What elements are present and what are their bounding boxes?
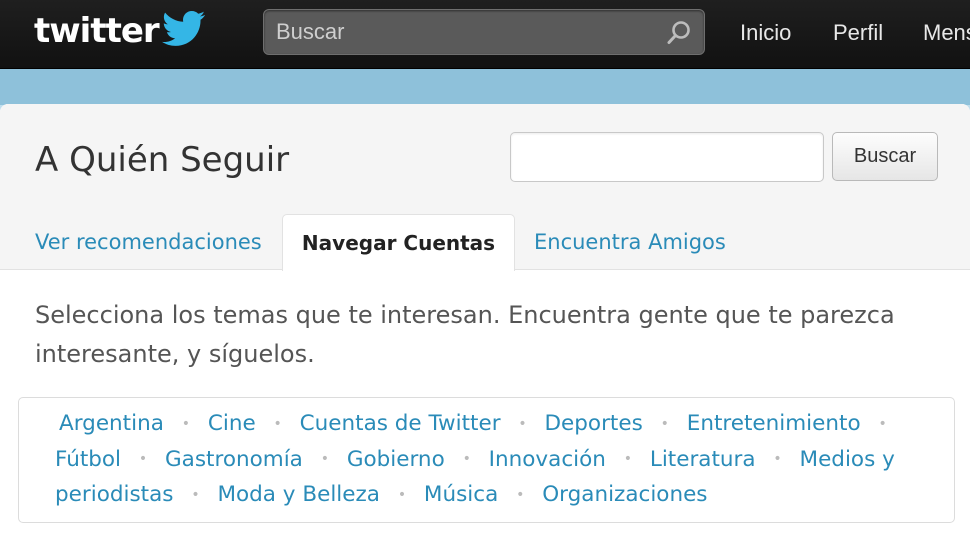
topic-link[interactable]: Moda y Belleza [217,482,380,507]
user-search-button[interactable]: Buscar [832,132,938,181]
global-search [263,9,705,55]
nav-profile[interactable]: Perfil [833,20,883,50]
page-title: A Quién Seguir [35,140,290,180]
topic-link[interactable]: Gastronomía [165,447,303,472]
logo-wordmark: twitter [34,11,160,51]
topic-separator: • [518,415,527,432]
topic-separator: • [320,451,329,467]
topic-link[interactable]: Música [424,482,498,507]
bird-icon [161,11,205,46]
topic-separator: • [397,486,407,503]
topic-link[interactable]: Cuentas de Twitter [300,411,501,436]
tab-browse-accounts[interactable]: Navegar Cuentas [282,214,515,271]
topic-link[interactable]: Cine [208,411,256,436]
topic-separator: • [623,451,633,467]
topic-link[interactable]: Argentina [59,411,164,436]
who-to-follow-panel: A Quién Seguir Buscar Ver recomendacione… [0,104,970,544]
topic-link[interactable]: Deportes [545,411,643,436]
tab-find-friends[interactable]: Encuentra Amigos [534,214,726,270]
search-input[interactable] [264,10,644,54]
topic-link[interactable]: Organizaciones [542,482,707,507]
topic-link[interactable]: Literatura [650,447,756,472]
nav-home[interactable]: Inicio [740,20,791,50]
topic-list: Argentina • Cine • Cuentas de Twitter • … [55,406,936,513]
topic-separator: • [191,486,200,503]
topic-separator: • [138,451,148,467]
tab-recommendations[interactable]: Ver recomendaciones [35,214,262,270]
panel-header: A Quién Seguir Buscar Ver recomendacione… [0,104,970,271]
topic-separator: • [878,415,887,432]
intro-text: Selecciona los temas que te interesan. E… [35,301,895,368]
topic-separator: • [273,415,282,432]
user-search-input[interactable] [510,132,824,182]
topic-link[interactable]: Innovación [489,447,606,472]
search-icon[interactable] [666,20,692,46]
topics-box: Argentina • Cine • Cuentas de Twitter • … [18,397,955,523]
topic-separator: • [773,451,782,467]
top-navigation-bar: twitter Inicio Perfil Mensajes [0,0,970,69]
topic-separator: • [181,415,190,432]
topic-link[interactable]: Fútbol [55,447,121,472]
twitter-logo[interactable]: twitter [34,9,207,53]
topic-link[interactable]: Gobierno [347,447,445,472]
topic-separator: • [516,486,525,503]
header-band [0,69,970,105]
nav-messages[interactable]: Mensajes [923,20,970,50]
topic-link[interactable]: Entretenimiento [687,411,861,436]
topic-separator: • [462,451,471,467]
topic-separator: • [660,415,669,432]
